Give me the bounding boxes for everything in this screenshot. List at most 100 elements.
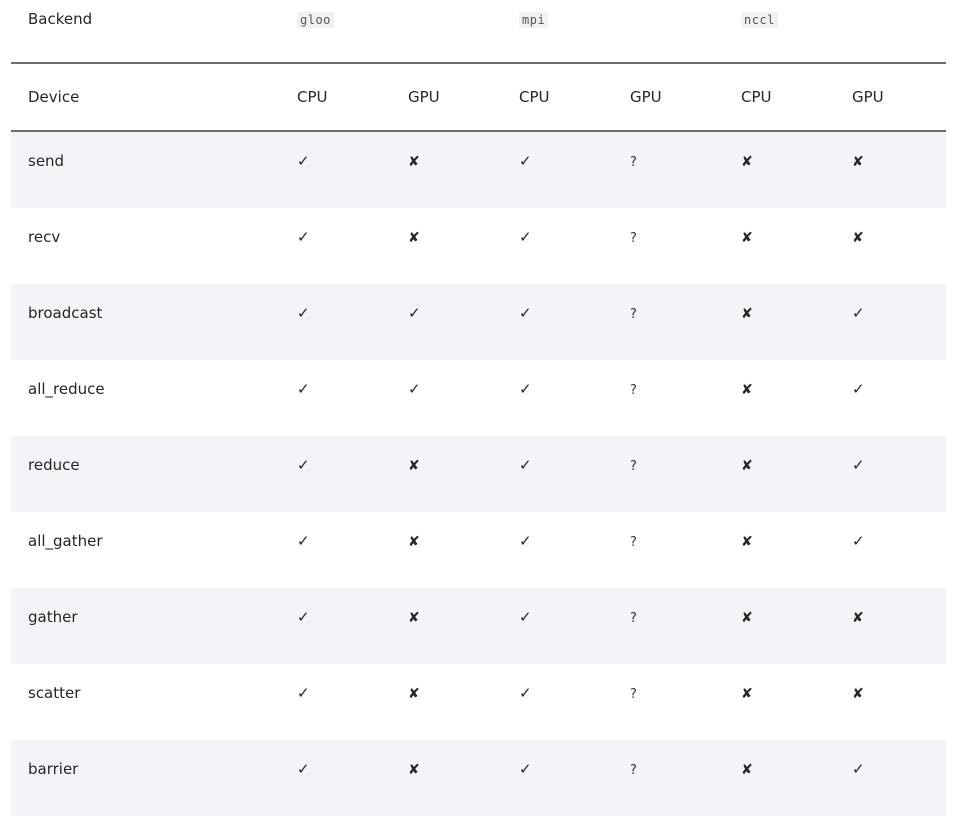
unsupported-mark: ✘ [741, 154, 753, 170]
support-cell: ✓ [297, 760, 408, 778]
support-cell: ? [630, 456, 741, 476]
support-cell: ? [630, 608, 741, 628]
unsupported-mark: ✘ [741, 230, 753, 246]
support-cell: ✓ [297, 608, 408, 626]
support-cell: ✓ [408, 380, 519, 398]
support-table-body: send ✓ ✘ ✓? ✘ ✘ recv ✓ ✘ ✓? ✘ ✘ broadcast ✓ ✓ ✓? ✘ ✓ all_r… [11, 132, 946, 816]
support-cell: ✓ [297, 304, 408, 322]
support-cell: ✓ [297, 380, 408, 398]
operation-name: all_gather [28, 532, 103, 550]
support-cell: ✓ [852, 760, 946, 778]
unsupported-mark: ✘ [741, 306, 753, 322]
support-cell: ✘ [741, 684, 852, 703]
unsupported-mark: ✘ [852, 610, 864, 626]
supported-mark: ✓ [852, 456, 865, 474]
backend-row: Backend gloo mpi nccl [11, 0, 946, 38]
support-cell: ✓ [852, 532, 946, 550]
unsupported-mark: ✘ [852, 686, 864, 702]
table-row: gather ✓ ✘ ✓? ✘ ✘ [11, 588, 946, 664]
unsupported-mark: ✘ [408, 230, 420, 246]
unsupported-mark: ✘ [741, 458, 753, 474]
support-cell: ? [630, 760, 741, 780]
backend-nccl-cell: nccl [741, 10, 852, 29]
device-nccl-gpu: GPU [852, 88, 884, 106]
supported-mark: ✓ [297, 228, 310, 246]
support-cell: ✓ [519, 532, 630, 550]
support-cell: ? [630, 228, 741, 248]
support-cell: ✘ [408, 532, 519, 551]
unsupported-mark: ✘ [408, 686, 420, 702]
supported-mark: ✓ [519, 304, 532, 322]
supported-mark: ✓ [852, 304, 865, 322]
supported-mark: ✓ [519, 152, 532, 170]
unsupported-mark: ✘ [852, 230, 864, 246]
supported-mark: ✓ [852, 380, 865, 398]
support-cell: ✓ [519, 152, 630, 170]
support-cell: ✓ [519, 608, 630, 626]
table-row: reduce ✓ ✘ ✓? ✘ ✓ [11, 436, 946, 512]
supported-mark: ✓ [519, 380, 532, 398]
unsupported-mark: ✘ [408, 762, 420, 778]
unknown-mark: ? [630, 611, 637, 626]
operation-name: barrier [28, 760, 79, 778]
operation-name: broadcast [28, 304, 103, 322]
unsupported-mark: ✘ [741, 686, 753, 702]
support-cell: ✓ [297, 152, 408, 170]
table-row: recv ✓ ✘ ✓? ✘ ✘ [11, 208, 946, 284]
unknown-mark: ? [630, 687, 637, 702]
unsupported-mark: ✘ [741, 534, 753, 550]
table-row: scatter ✓ ✘ ✓? ✘ ✘ [11, 664, 946, 740]
supported-mark: ✓ [297, 456, 310, 474]
supported-mark: ✓ [297, 380, 310, 398]
unsupported-mark: ✘ [741, 610, 753, 626]
device-label: Device [28, 88, 80, 106]
support-cell: ✓ [408, 304, 519, 322]
supported-mark: ✓ [852, 760, 865, 778]
support-cell: ? [630, 684, 741, 704]
unsupported-mark: ✘ [408, 154, 420, 170]
support-cell: ✘ [408, 608, 519, 627]
operation-name: recv [28, 228, 61, 246]
support-cell: ✘ [741, 608, 852, 627]
table-row: all_gather ✓ ✘ ✓? ✘ ✓ [11, 512, 946, 588]
supported-mark: ✓ [519, 456, 532, 474]
support-cell: ✓ [519, 684, 630, 702]
supported-mark: ✓ [519, 532, 532, 550]
device-mpi-cpu: CPU [519, 88, 550, 106]
backend-label: Backend [28, 10, 93, 28]
supported-mark: ✓ [519, 228, 532, 246]
support-cell: ✘ [741, 532, 852, 551]
unsupported-mark: ✘ [408, 610, 420, 626]
supported-mark: ✓ [297, 684, 310, 702]
supported-mark: ✓ [297, 304, 310, 322]
device-gloo-cpu: CPU [297, 88, 328, 106]
operation-name: scatter [28, 684, 81, 702]
support-cell: ✘ [852, 684, 946, 703]
backend-mpi-cell: mpi [519, 10, 630, 29]
support-cell: ✘ [852, 608, 946, 627]
unsupported-mark: ✘ [408, 534, 420, 550]
support-cell: ? [630, 152, 741, 172]
support-cell: ? [630, 304, 741, 324]
table-row: broadcast ✓ ✓ ✓? ✘ ✓ [11, 284, 946, 360]
supported-mark: ✓ [519, 684, 532, 702]
support-cell: ✘ [741, 152, 852, 171]
operation-name: all_reduce [28, 380, 105, 398]
support-cell: ✓ [519, 304, 630, 322]
backend-gloo: gloo [297, 11, 334, 28]
supported-mark: ✓ [852, 532, 865, 550]
device-mpi-gpu: GPU [630, 88, 662, 106]
support-cell: ? [630, 380, 741, 400]
support-cell: ✘ [741, 304, 852, 323]
support-cell: ✘ [741, 760, 852, 779]
support-cell: ✘ [408, 456, 519, 475]
support-cell: ✓ [519, 456, 630, 474]
unknown-mark: ? [630, 459, 637, 474]
support-cell: ✓ [519, 228, 630, 246]
backend-gloo-cell: gloo [297, 10, 408, 29]
support-cell: ✘ [408, 228, 519, 247]
table-row: all_reduce ✓ ✓ ✓? ✘ ✓ [11, 360, 946, 436]
device-row: Device CPU GPU CPU GPU CPU GPU [11, 64, 946, 130]
operation-name: reduce [28, 456, 80, 474]
table-row: barrier ✓ ✘ ✓? ✘ ✓ [11, 740, 946, 816]
